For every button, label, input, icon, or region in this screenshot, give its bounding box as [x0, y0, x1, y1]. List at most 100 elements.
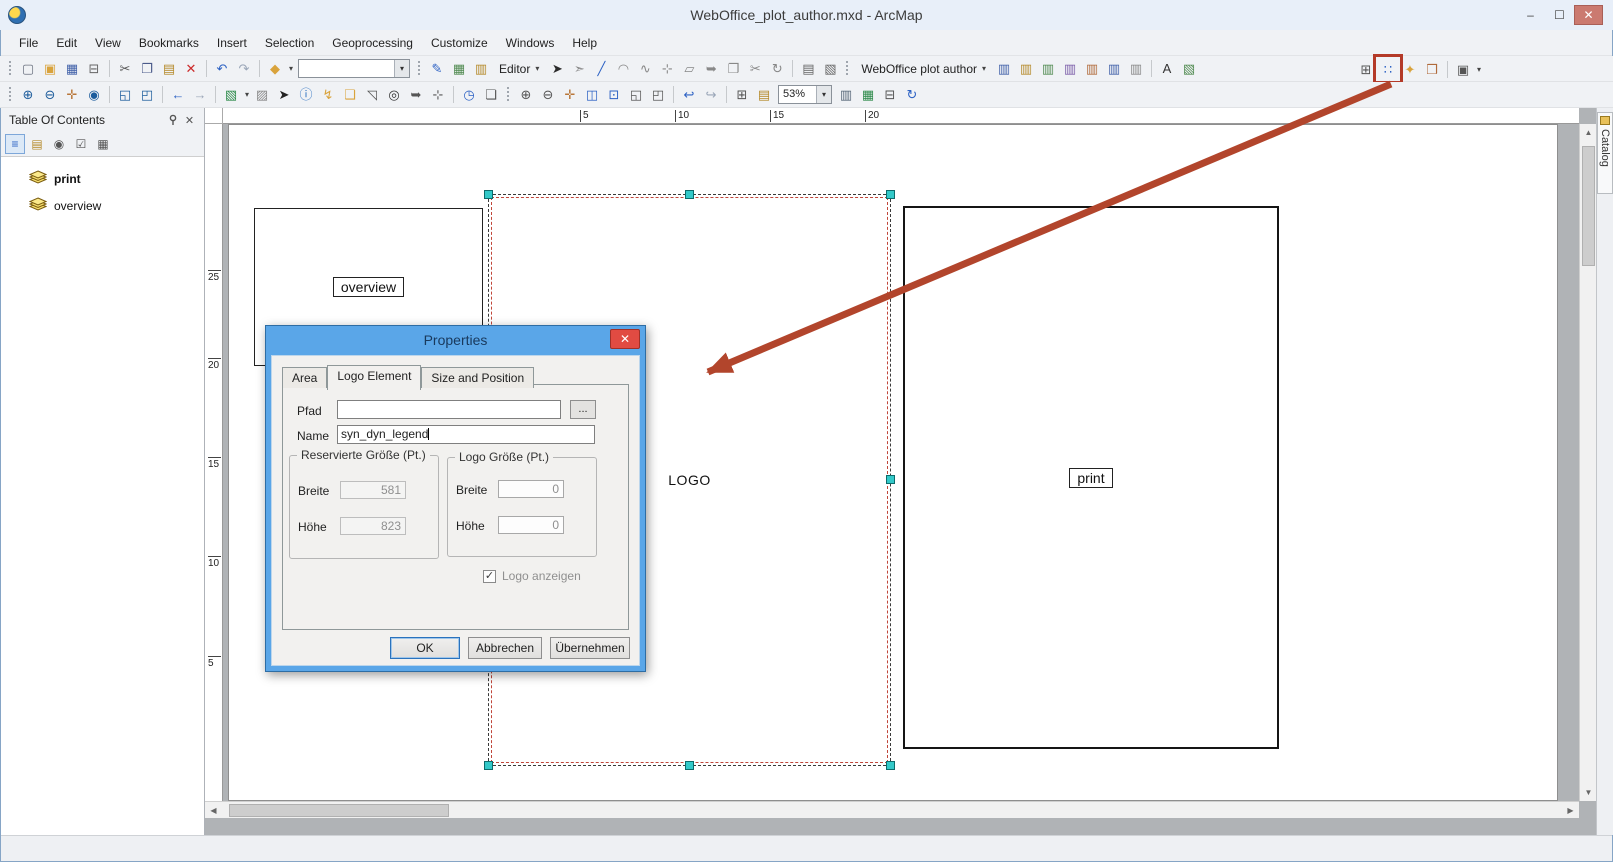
selection-handle[interactable] — [484, 761, 493, 770]
menu-edit[interactable]: Edit — [47, 32, 86, 54]
name-input[interactable]: syn_dyn_legend — [337, 425, 595, 444]
toolbar-grip[interactable] — [845, 60, 851, 77]
edit-annotation-icon[interactable]: ➣ — [568, 58, 590, 80]
wo-save-icon[interactable]: ▥ — [1015, 58, 1037, 80]
star-icon[interactable]: ✦ — [1399, 58, 1421, 80]
pan-icon[interactable]: ✛ — [61, 84, 83, 106]
layout-fixed-zoom-out-icon[interactable]: ◰ — [647, 84, 669, 106]
minimize-button[interactable]: – — [1516, 5, 1545, 25]
snapping-icon[interactable]: ▦ — [448, 58, 470, 80]
vertical-scrollbar[interactable]: ▲ ▼ — [1579, 124, 1596, 801]
menu-bookmarks[interactable]: Bookmarks — [130, 32, 208, 54]
toc-item-print[interactable]: print — [0, 165, 204, 192]
toolbar-grip[interactable] — [8, 86, 13, 103]
menu-selection[interactable]: Selection — [256, 32, 323, 54]
logo-breite-input[interactable]: 0 — [498, 480, 564, 498]
browse-button[interactable]: ... — [570, 400, 596, 419]
selection-handle[interactable] — [684, 190, 694, 199]
horizontal-scrollbar[interactable]: ◀ ▶ — [205, 801, 1579, 818]
pin-icon[interactable] — [164, 112, 181, 129]
wo-pages-icon[interactable]: ▥ — [1103, 58, 1125, 80]
list-by-source-icon[interactable]: ▤ — [27, 134, 47, 154]
print-icon[interactable]: ⊟ — [83, 58, 105, 80]
zoom-whole-page-icon[interactable]: ◫ — [581, 84, 603, 106]
split-icon[interactable]: ✂ — [744, 58, 766, 80]
scroll-right-icon[interactable]: ▶ — [1562, 802, 1579, 819]
list-by-drawing-order-icon[interactable]: ≡ — [5, 134, 25, 154]
focus-data-frame-icon[interactable]: ⊞ — [731, 84, 753, 106]
catalog-tab[interactable]: Catalog — [1597, 112, 1613, 194]
find-route-icon[interactable]: ➥ — [405, 84, 427, 106]
redo-icon[interactable]: ↷ — [233, 58, 255, 80]
menu-help[interactable]: Help — [563, 32, 606, 54]
undo-icon[interactable]: ↶ — [211, 58, 233, 80]
dropdown-arrow-icon[interactable]: ▾ — [394, 60, 409, 77]
toolbar-grip[interactable] — [417, 60, 422, 77]
menu-geoprocessing[interactable]: Geoprocessing — [323, 32, 422, 54]
dialog-close-icon[interactable]: ✕ — [610, 329, 640, 349]
draft-mode-icon[interactable]: ▥ — [835, 84, 857, 106]
copy-icon[interactable]: ❐ — [136, 58, 158, 80]
time-slider-icon[interactable]: ◷ — [458, 84, 480, 106]
edit-tool-icon[interactable]: ➤ — [546, 58, 568, 80]
new-document-icon[interactable]: ▢ — [17, 58, 39, 80]
clear-selection-icon[interactable]: ▨ — [251, 84, 273, 106]
ok-button[interactable]: OK — [390, 637, 460, 659]
zoom-out-icon[interactable]: ⊖ — [39, 84, 61, 106]
hyperlink-icon[interactable]: ↯ — [317, 84, 339, 106]
zoom-100-icon[interactable]: ⊡ — [603, 84, 625, 106]
layout-zoom-out-icon[interactable]: ⊖ — [537, 84, 559, 106]
dialog-title-bar[interactable]: Properties ✕ — [271, 326, 640, 355]
map-scale-combo[interactable]: ▾ — [298, 59, 410, 78]
cut-polygons-icon[interactable]: ❐ — [722, 58, 744, 80]
wo-load-icon[interactable]: ▥ — [993, 58, 1015, 80]
layout-zoom-in-icon[interactable]: ⊕ — [515, 84, 537, 106]
add-data-icon[interactable]: ◆ ▾ — [264, 58, 293, 80]
menu-insert[interactable]: Insert — [208, 32, 256, 54]
options-icon[interactable]: ▦ — [93, 134, 113, 154]
dropdown-arrow-icon[interactable]: ▾ — [816, 86, 831, 103]
zoom-in-icon[interactable]: ⊕ — [17, 84, 39, 106]
cancel-button[interactable]: Abbrechen — [468, 637, 542, 659]
wo-export-icon[interactable]: ▥ — [1081, 58, 1103, 80]
attributes-icon[interactable]: ▤ — [797, 58, 819, 80]
select-features-icon[interactable]: ▧ ▾ — [220, 84, 249, 106]
menu-view[interactable]: View — [86, 32, 130, 54]
maximize-button[interactable]: ☐ — [1545, 5, 1574, 25]
pfad-input[interactable] — [337, 400, 561, 419]
measure-icon[interactable]: ◹ — [361, 84, 383, 106]
edit-vertices-icon[interactable]: ▱ — [678, 58, 700, 80]
paste-icon[interactable]: ▤ — [158, 58, 180, 80]
viewer-window-icon[interactable]: ❏ — [480, 84, 502, 106]
toc-item-overview[interactable]: overview — [0, 192, 204, 219]
save-icon[interactable]: ▦ — [61, 58, 83, 80]
delete-icon[interactable]: ✕ — [180, 58, 202, 80]
toolbar-grip[interactable] — [8, 60, 13, 77]
identify-icon[interactable]: ⓘ — [295, 84, 317, 106]
export-icon[interactable]: ❒ — [1421, 58, 1443, 80]
fixed-zoom-out-icon[interactable]: ◰ — [136, 84, 158, 106]
arc-segment-icon[interactable]: ◠ — [612, 58, 634, 80]
text-element-icon[interactable]: A — [1156, 58, 1178, 80]
sketch-properties-icon[interactable]: ▧ — [819, 58, 841, 80]
data-driven-pages-icon[interactable]: ▦ — [857, 84, 879, 106]
weboffice-plot-author-menu[interactable]: WebOffice plot author ▾ — [854, 58, 993, 80]
reshape-icon[interactable]: ➥ — [700, 58, 722, 80]
next-extent-icon[interactable]: ↪ — [700, 84, 722, 106]
layout-fixed-zoom-in-icon[interactable]: ◱ — [625, 84, 647, 106]
menu-file[interactable]: File — [10, 32, 47, 54]
trace-icon[interactable]: ∿ — [634, 58, 656, 80]
print-data-frame[interactable]: print — [903, 206, 1279, 749]
logo-anzeigen-checkbox[interactable]: ✓ — [483, 569, 496, 583]
forward-extent-icon[interactable]: → — [189, 84, 211, 106]
tab-area[interactable]: Area — [282, 367, 328, 388]
print-frame-label[interactable]: print — [1069, 467, 1113, 488]
selection-handle[interactable] — [684, 761, 694, 770]
tab-size-and-position[interactable]: Size and Position — [421, 367, 535, 388]
logo-hoehe-input[interactable]: 0 — [498, 516, 564, 534]
wo-new-icon[interactable]: ▥ — [1037, 58, 1059, 80]
label-manager-icon[interactable]: ▧ — [1178, 58, 1200, 80]
layers-menu-icon[interactable]: ▣ ▾ — [1452, 58, 1481, 80]
create-features-icon[interactable]: ▥ — [470, 58, 492, 80]
scroll-down-icon[interactable]: ▼ — [1580, 784, 1596, 801]
